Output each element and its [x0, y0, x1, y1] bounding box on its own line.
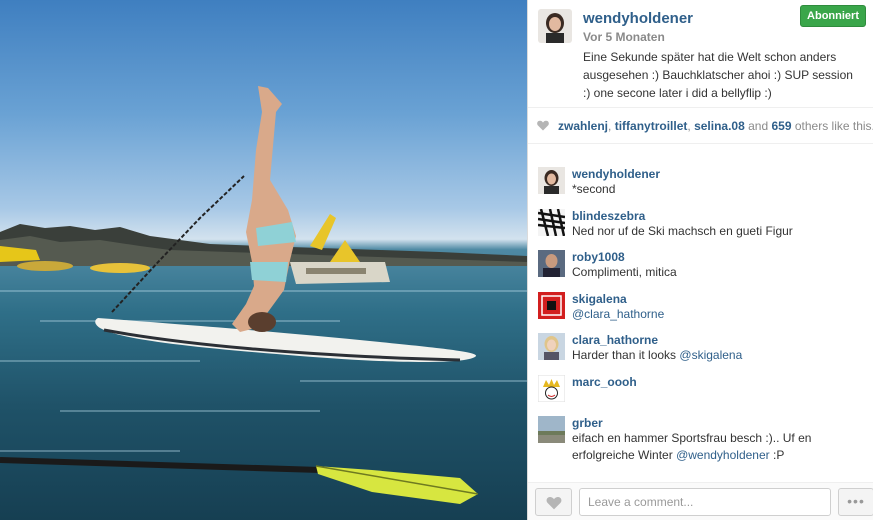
liker-separator: ,: [687, 119, 691, 133]
commenter-username[interactable]: clara_hathorne: [572, 326, 873, 347]
likes-suffix: others like this.: [794, 119, 873, 133]
commenter-username[interactable]: marc_oooh: [572, 368, 873, 389]
liker-separator: ,: [608, 119, 612, 133]
comment-item: roby1008 Complimenti, mitica: [528, 243, 873, 285]
commenter-avatar[interactable]: [538, 250, 565, 277]
heart-icon: [546, 496, 562, 513]
comment-item: grber eifach en hammer Sportsfrau besch …: [528, 409, 873, 462]
comment-list: wendyholdener *second blindeszebra Ned n…: [528, 160, 873, 478]
follow-button[interactable]: Abonniert: [800, 5, 866, 27]
comment-body: Harder than it looks: [572, 348, 680, 362]
commenter-avatar[interactable]: [538, 291, 565, 319]
post-timestamp[interactable]: Vor 5 Monaten: [583, 30, 863, 44]
commenter-username[interactable]: grber: [572, 409, 873, 430]
commenter-username[interactable]: skigalena: [572, 285, 873, 306]
likes-count[interactable]: 659: [771, 119, 791, 133]
comment-mention[interactable]: @clara_hathorne: [572, 307, 664, 321]
more-options-button[interactable]: •••: [838, 488, 873, 516]
instagram-post-view: wendyholdener Vor 5 Monaten Eine Sekunde…: [0, 0, 873, 520]
comment-text: Harder than it looks @skigalena: [572, 347, 873, 364]
comment-input[interactable]: [579, 488, 831, 516]
post-header: wendyholdener Vor 5 Monaten Eine Sekunde…: [528, 0, 873, 108]
commenter-username[interactable]: blindeszebra: [572, 202, 873, 223]
comment-text: eifach en hammer Sportsfrau besch :).. U…: [572, 430, 873, 464]
commenter-username[interactable]: wendyholdener: [572, 160, 873, 181]
comment-item: clara_hathorne Harder than it looks @ski…: [528, 326, 873, 368]
comment-text: *second: [572, 182, 616, 196]
comment-footer: •••: [528, 482, 873, 520]
author-avatar[interactable]: [538, 9, 572, 43]
more-icon: •••: [847, 493, 865, 509]
commenter-avatar[interactable]: [538, 333, 565, 360]
comment-text: @clara_hathorne: [572, 306, 873, 323]
post-photo[interactable]: [0, 0, 527, 520]
comment-mention[interactable]: @skigalena: [679, 348, 742, 362]
post-caption: Eine Sekunde später hat die Welt schon a…: [583, 50, 853, 100]
photo-artwork: [0, 86, 527, 504]
likes-row: zwahlenj, tiffanytroillet, selina.08 and…: [528, 108, 873, 144]
post-sidebar: wendyholdener Vor 5 Monaten Eine Sekunde…: [527, 0, 873, 520]
commenter-avatar[interactable]: [538, 416, 565, 443]
comment-text: Complimenti, mitica: [572, 265, 677, 279]
comment-item: blindeszebra Ned nor uf de Ski machsch e…: [528, 202, 873, 244]
commenter-avatar[interactable]: [538, 208, 565, 236]
liker-username[interactable]: selina.08: [694, 119, 745, 133]
like-button[interactable]: [535, 488, 572, 516]
liker-username[interactable]: tiffanytroillet: [615, 119, 688, 133]
liker-username[interactable]: zwahlenj: [558, 119, 608, 133]
comment-suffix: :P: [772, 448, 785, 462]
heart-icon: [537, 120, 549, 134]
comment-item: wendyholdener *second: [528, 160, 873, 202]
comment-mention[interactable]: @wendyholdener: [676, 448, 770, 462]
commenter-avatar[interactable]: [538, 374, 565, 402]
likes-and: and: [748, 119, 769, 133]
comment-item: marc_oooh: [528, 368, 873, 410]
comment-text: Ned nor uf de Ski machsch en gueti Figur: [572, 223, 793, 238]
comment-item: skigalena @clara_hathorne: [528, 285, 873, 327]
commenter-avatar[interactable]: [538, 167, 565, 194]
commenter-username[interactable]: roby1008: [572, 243, 873, 264]
